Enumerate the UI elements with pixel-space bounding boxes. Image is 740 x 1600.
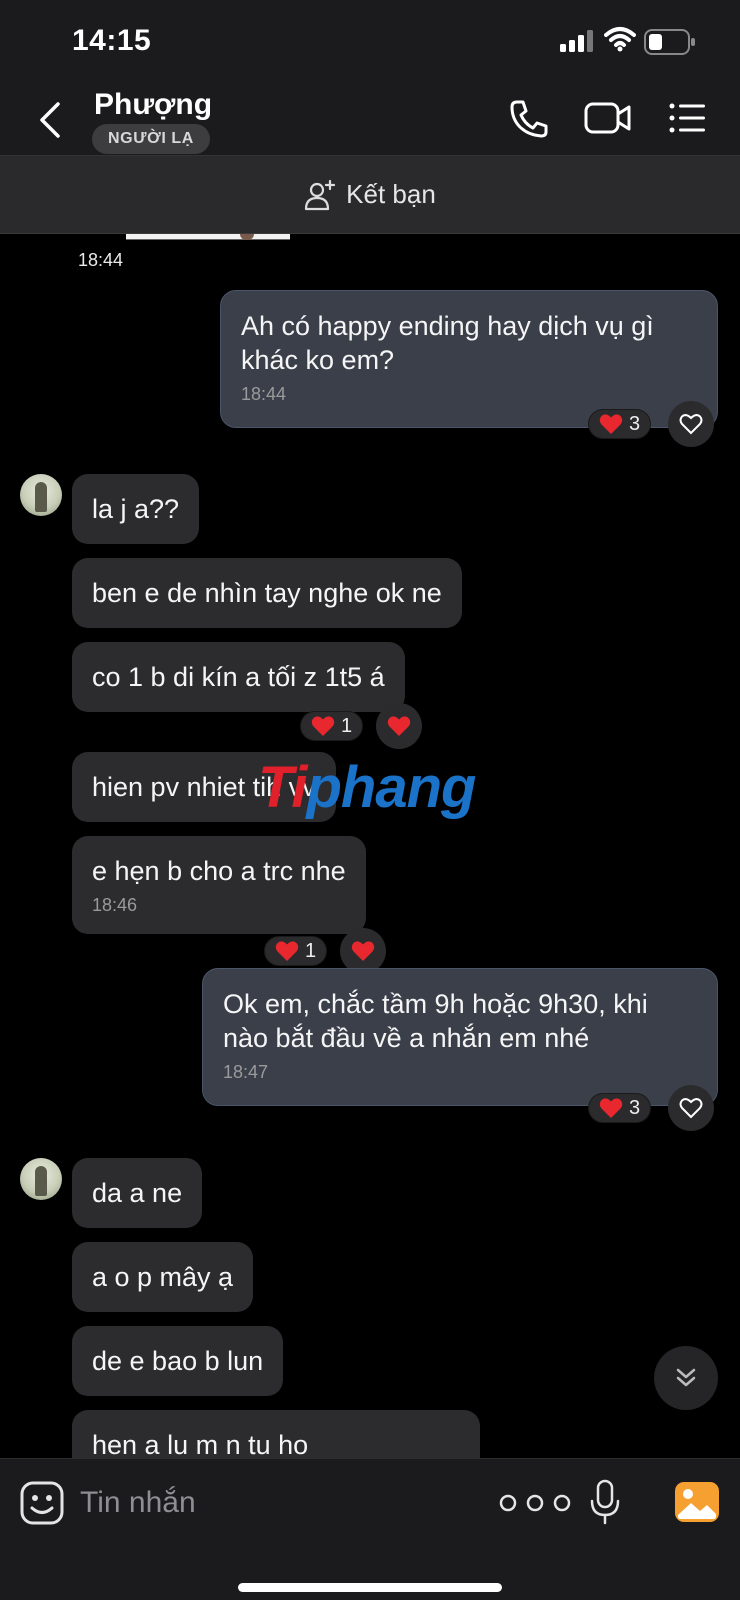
avatar[interactable] <box>20 474 62 516</box>
message-list[interactable]: 18:44 Ah có happy ending hay dịch vụ gì … <box>0 234 740 1458</box>
react-button[interactable] <box>668 1085 714 1131</box>
chat-header: Phượng NGƯỜI LẠ <box>0 84 740 156</box>
message-text: a o p mây ạ <box>92 1262 234 1292</box>
message-text: Ah có happy ending hay dịch vụ gì khác k… <box>241 311 654 375</box>
add-friend-button[interactable]: Kết bạn <box>0 156 740 234</box>
message-text: da a ne <box>92 1178 183 1208</box>
composer-bar <box>0 1458 740 1600</box>
message-text: Ok em, chắc tầm 9h hoặc 9h30, khi nào bắ… <box>223 989 648 1053</box>
reaction-count: 3 <box>629 412 641 435</box>
heart-icon <box>387 716 411 736</box>
watermark-logo: Tiphang <box>258 755 476 820</box>
incoming-message[interactable]: de e bao b lun <box>72 1326 284 1396</box>
avatar[interactable] <box>20 1158 62 1200</box>
incoming-message[interactable]: co 1 b di kín a tối z 1t5 á <box>72 642 405 712</box>
sticker-icon[interactable] <box>20 1481 64 1525</box>
incoming-message[interactable]: e hẹn b cho a trc nhe 18:46 <box>72 836 366 934</box>
incoming-message[interactable]: la j a?? <box>72 474 200 544</box>
mic-icon[interactable] <box>590 1479 620 1525</box>
image-message-thumbnail[interactable] <box>126 234 290 240</box>
incoming-message[interactable]: a o p mây ạ <box>72 1242 254 1312</box>
react-button[interactable] <box>668 401 714 447</box>
outgoing-message[interactable]: Ah có happy ending hay dịch vụ gì khác k… <box>220 290 718 428</box>
message-text: e hẹn b cho a trc nhe <box>92 856 346 886</box>
message-text: la j a?? <box>92 494 180 524</box>
battery-icon <box>644 29 695 55</box>
reaction-summary[interactable]: 3 <box>588 409 652 439</box>
add-friend-label: Kết bạn <box>346 179 436 209</box>
reaction-summary[interactable]: 1 <box>300 711 364 741</box>
heart-icon <box>275 941 299 961</box>
scroll-to-bottom-button[interactable] <box>654 1346 718 1410</box>
incoming-message[interactable]: ben e de nhìn tay nghe ok ne <box>72 558 462 628</box>
stranger-badge: NGƯỜI LẠ <box>92 124 210 154</box>
message-text: hen a lu m n tu ho <box>92 1430 309 1458</box>
reaction-summary[interactable]: 3 <box>588 1093 652 1123</box>
reaction-summary[interactable]: 1 <box>264 936 328 966</box>
video-icon[interactable] <box>584 100 632 136</box>
heart-outline-icon <box>679 1098 703 1119</box>
signal-icon <box>560 30 593 52</box>
heart-icon <box>311 716 335 736</box>
status-time: 14:15 <box>72 24 152 57</box>
message-time: 18:47 <box>223 1062 269 1082</box>
message-time: 18:44 <box>78 250 124 270</box>
reaction-count: 1 <box>341 714 353 737</box>
add-friend-icon <box>305 179 336 210</box>
message-time: 18:44 <box>241 384 287 404</box>
incoming-message[interactable]: hen a lu m n tu ho <box>72 1410 480 1458</box>
status-bar: 14:15 <box>0 0 740 84</box>
menu-icon[interactable] <box>668 100 706 136</box>
wifi-icon <box>604 27 636 52</box>
outgoing-message[interactable]: Ok em, chắc tầm 9h hoặc 9h30, khi nào bắ… <box>202 968 718 1106</box>
reaction-count: 1 <box>305 939 317 962</box>
my-reaction[interactable] <box>376 703 422 749</box>
heart-outline-icon <box>679 414 703 435</box>
message-text: de e bao b lun <box>92 1346 264 1376</box>
message-text: ben e de nhìn tay nghe ok ne <box>92 578 442 608</box>
chevron-double-down-icon <box>676 1368 696 1387</box>
back-icon[interactable] <box>36 100 64 140</box>
heart-icon <box>599 1098 623 1118</box>
more-icon[interactable] <box>498 1493 572 1513</box>
message-time: 18:46 <box>92 895 138 915</box>
contact-name[interactable]: Phượng <box>94 88 212 122</box>
incoming-message[interactable]: da a ne <box>72 1158 203 1228</box>
call-icon[interactable] <box>508 98 550 140</box>
message-input[interactable] <box>80 1477 460 1529</box>
home-indicator <box>238 1583 502 1592</box>
message-text: co 1 b di kín a tối z 1t5 á <box>92 662 385 692</box>
heart-icon <box>351 941 375 961</box>
heart-icon <box>599 414 623 434</box>
reaction-count: 3 <box>629 1096 641 1119</box>
photo-icon[interactable] <box>674 1481 720 1523</box>
